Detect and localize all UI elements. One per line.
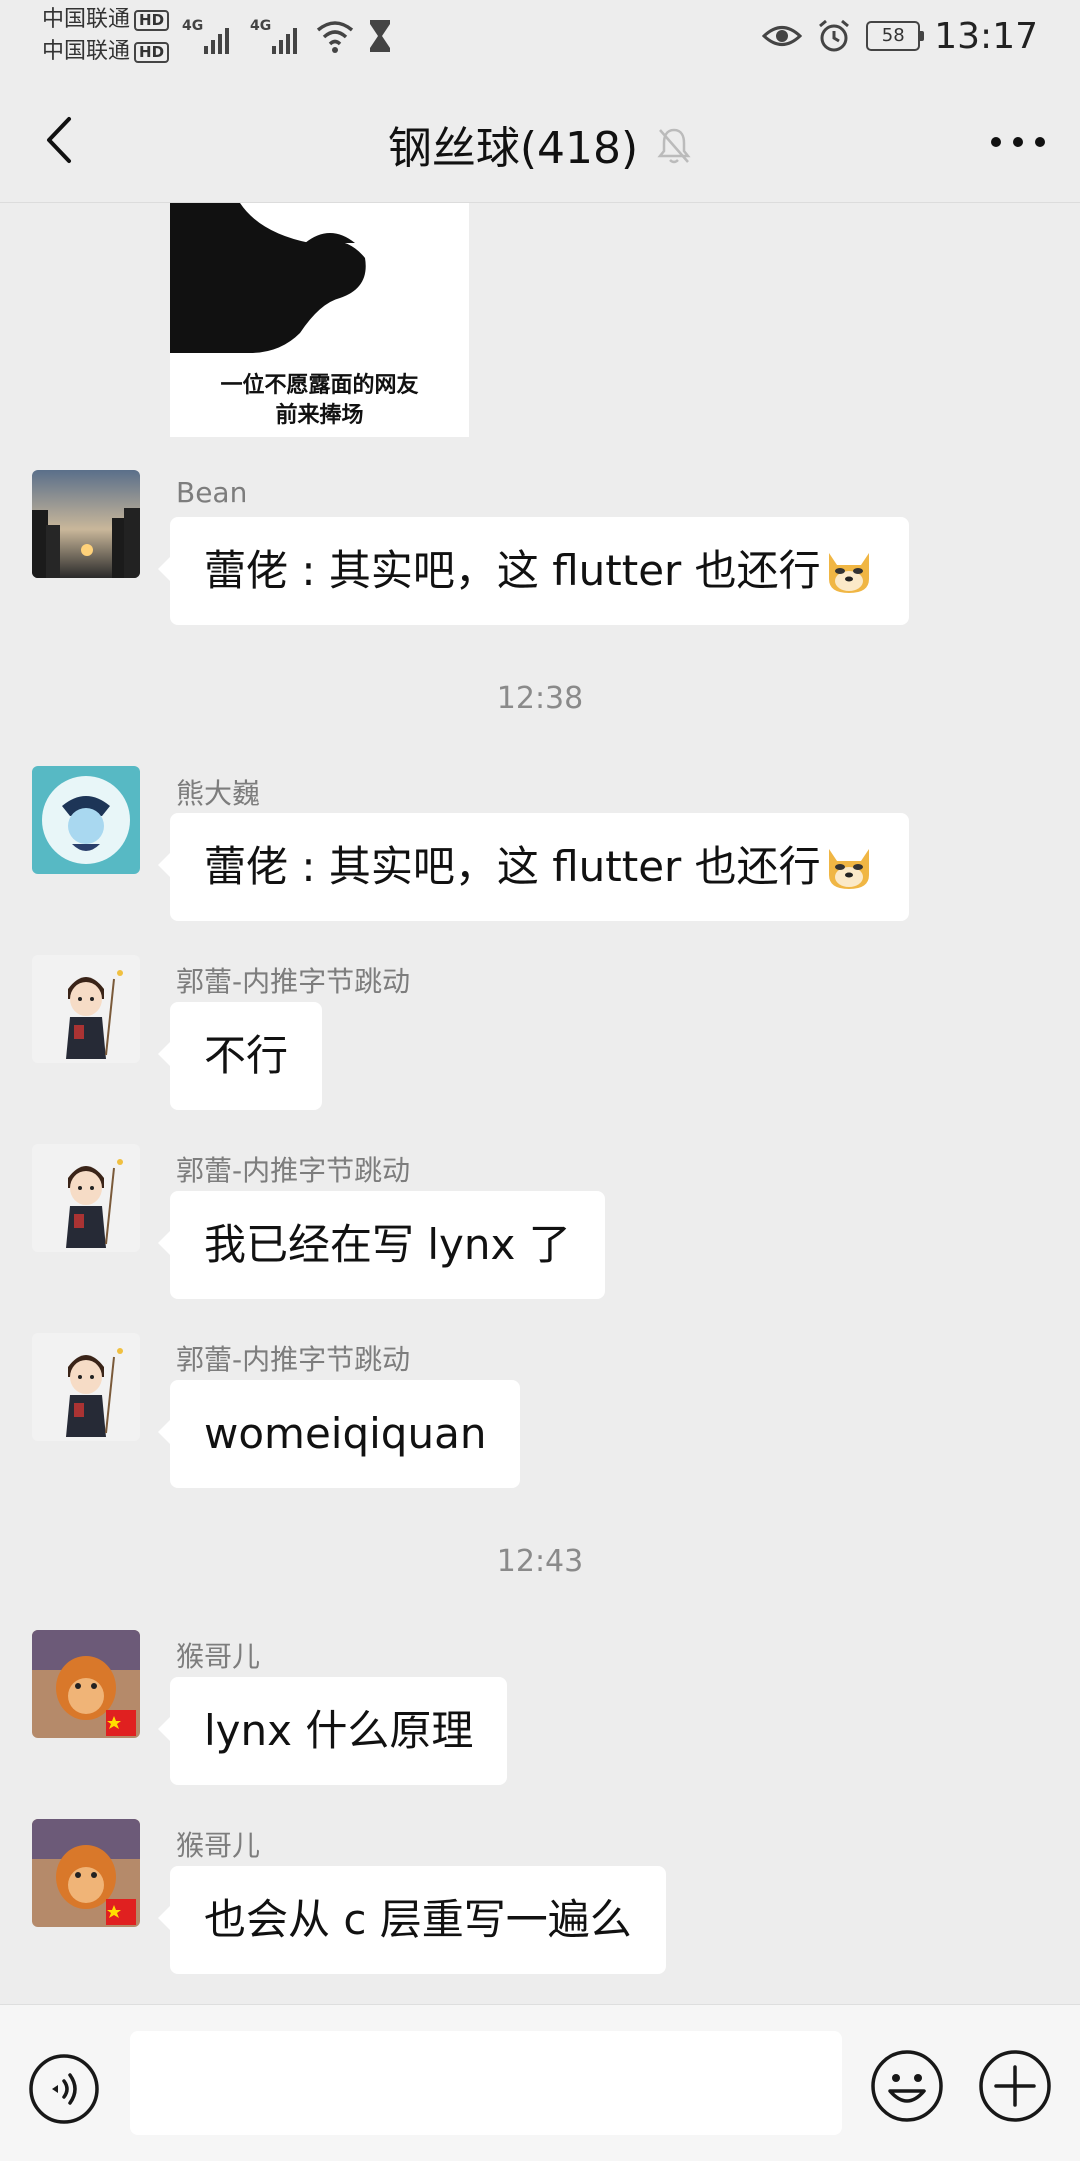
avatar[interactable] [32,1144,140,1252]
message-bubble[interactable]: lynx 什么原理 [157,1677,508,1785]
avatar[interactable] [32,1333,140,1441]
timestamp: 12:43 [496,1544,584,1579]
avatar[interactable] [32,1819,140,1927]
sender-name: Bean [176,476,248,509]
avatar-monkey-image [32,1630,140,1738]
message-bubble[interactable]: womeiqiquan [157,1380,521,1488]
chat-messages[interactable]: 一位不愿露面的网友 前来捧场 Bean 蕾佬 : 其实吧，这 flutter 也… [0,203,1080,2003]
avatar[interactable] [32,766,140,874]
avatar-boy-image [32,1144,140,1252]
avatar[interactable] [32,955,140,1063]
status-right: 58 13:17 [762,14,1038,58]
message-text: 蕾佬 : 其实吧，这 flutter 也还行 [204,546,821,595]
sender-name: 熊大巍 [176,777,261,810]
net-type-label: 4G [182,18,203,34]
caption-line-1: 一位不愿露面的网友 [220,373,419,398]
chat-title-area: 钢丝球(418) [0,112,1080,177]
plus-button[interactable] [978,2049,1052,2123]
bell-off-icon [656,126,692,177]
message-text: 也会从 c 层重写一遍么 [204,1895,632,1944]
avatar[interactable] [32,470,140,578]
timestamp: 12:38 [496,681,584,716]
message-bubble[interactable]: 不行 [157,1002,323,1110]
avatar-monkey-image [32,1819,140,1927]
title-bar: 钢丝球(418) [0,78,1080,203]
avatar-boy-image [32,1333,140,1441]
carrier-2: 中国联通 HD [42,39,170,64]
carrier-1-name: 中国联通 [42,7,131,32]
message-bubble[interactable]: 我已经在写 lynx 了 [158,1191,605,1299]
page-title: 钢丝球(418) [387,123,639,174]
alarm-icon [819,19,850,52]
caption-line-2: 前来捧场 [275,403,364,428]
voice-button[interactable] [28,2053,100,2125]
hourglass-icon [370,20,390,52]
message-input[interactable] [130,2031,842,2135]
sender-name: 猴哥儿 [176,1829,261,1862]
image-caption: 一位不愿露面的网友 前来捧场 [170,371,469,431]
emoji-button[interactable] [870,2049,944,2123]
smiley-icon [871,2050,943,2122]
status-bar: 中国联通 HD 中国联通 HD 4G 4G 58 13:17 [0,0,1080,78]
wifi-icon [316,21,354,53]
message-bubble[interactable]: 蕾佬 : 其实吧，这 flutter 也还行 [158,813,909,921]
more-button[interactable] [986,112,1050,172]
clock: 13:17 [934,15,1038,57]
plus-circle-icon [979,2050,1051,2122]
battery-indicator: 58 [866,21,925,51]
avatar-boy-image [32,955,140,1063]
avatar[interactable] [32,1630,140,1738]
doge-emoji-icon [828,849,869,889]
sender-name: 郭蕾-内推字节跳动 [176,965,411,998]
input-bar [0,2004,1080,2161]
sender-name: 郭蕾-内推字节跳动 [176,1343,411,1376]
sender-name: 猴哥儿 [176,1640,261,1673]
doge-emoji-icon [828,553,869,593]
carrier-1: 中国联通 HD [42,7,170,32]
eye-icon [762,26,803,46]
message-text: lynx 什么原理 [204,1706,474,1755]
signal-icon: 4G [182,18,229,54]
message-text: 不行 [204,1031,289,1080]
message-bubble[interactable]: 也会从 c 层重写一遍么 [158,1866,666,1974]
sender-name: 郭蕾-内推字节跳动 [176,1154,411,1187]
avatar-sunset-image [32,470,140,578]
carrier-2-name: 中国联通 [42,39,131,64]
hd-badge-2: HD [134,42,170,63]
hd-badge-1: HD [134,10,170,31]
signal-icon-2: 4G [250,18,297,54]
message-bubble[interactable]: 蕾佬 : 其实吧，这 flutter 也还行 [158,517,909,625]
message-text: 我已经在写 lynx 了 [204,1220,571,1269]
avatar-cartoon-image [32,766,140,874]
message-text: 蕾佬 : 其实吧，这 flutter 也还行 [204,842,821,891]
net-type-label-2: 4G [250,18,271,34]
message-text: womeiqiquan [204,1409,487,1458]
voice-icon [29,2054,99,2124]
image-message[interactable]: 一位不愿露面的网友 前来捧场 [170,203,469,437]
ellipsis-icon [991,137,1045,147]
